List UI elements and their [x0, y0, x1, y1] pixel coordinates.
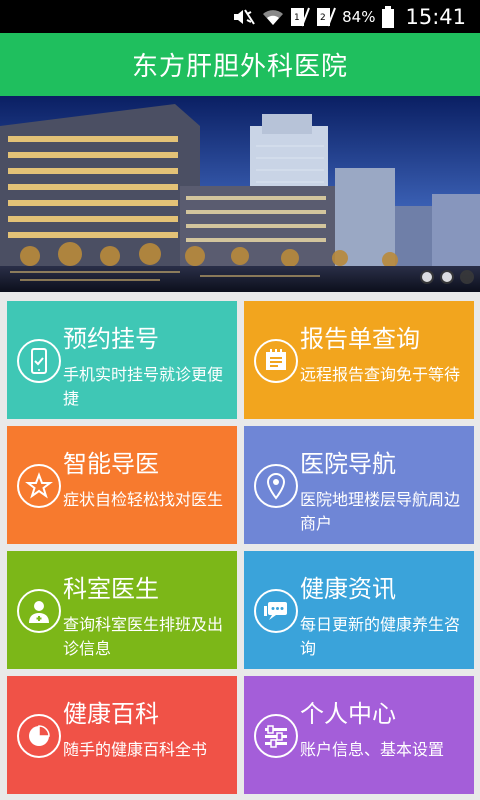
- tile-desc: 医院地理楼层导航周边商户: [300, 490, 461, 533]
- tile-title: 医院导航: [300, 450, 396, 478]
- svg-text:2: 2: [320, 13, 326, 23]
- tile-title: 科室医生: [63, 575, 159, 603]
- tile-report-query[interactable]: 报告单查询 远程报告查询免于等待: [244, 301, 474, 419]
- carousel-dot[interactable]: [420, 270, 434, 284]
- tile-desc: 随手的健康百科全书: [63, 740, 208, 759]
- tile-title: 预约挂号: [63, 325, 159, 353]
- battery-percent: 84%: [342, 7, 376, 26]
- tile-title: 报告单查询: [300, 325, 420, 353]
- carousel-dot-active[interactable]: [460, 270, 474, 284]
- carousel-indicators: [420, 270, 474, 284]
- clock: 15:41: [405, 4, 466, 29]
- chat-icon: [254, 589, 298, 633]
- tile-hospital-navigation[interactable]: 医院导航 医院地理楼层导航周边商户: [244, 426, 474, 544]
- tile-smart-guide[interactable]: 智能导医 症状自检轻松找对医生: [7, 426, 237, 544]
- star-guide-icon: [17, 464, 61, 508]
- app-header: 东方肝胆外科医院: [0, 33, 480, 98]
- sim1-icon: 1: [290, 7, 311, 27]
- pie-chart-icon: [17, 714, 61, 758]
- doctor-icon: [17, 589, 61, 633]
- banner-carousel[interactable]: [0, 96, 480, 292]
- wifi-icon: [262, 8, 284, 26]
- status-bar: 1 2 84% 15:41: [0, 0, 480, 33]
- tile-desc: 远程报告查询免于等待: [300, 365, 461, 384]
- tile-desc: 账户信息、基本设置: [300, 740, 445, 759]
- tile-department-doctors[interactable]: 科室医生 查询科室医生排班及出诊信息: [7, 551, 237, 669]
- carousel-dot[interactable]: [440, 270, 454, 284]
- tile-desc: 症状自检轻松找对医生: [63, 490, 224, 509]
- tile-title: 智能导医: [63, 450, 159, 478]
- list-settings-icon: [254, 714, 298, 758]
- tile-desc: 手机实时挂号就诊更便捷: [63, 365, 224, 408]
- svg-text:1: 1: [294, 13, 300, 23]
- phone-check-icon: [17, 339, 61, 383]
- banner-image: [0, 96, 480, 292]
- tile-desc: 查询科室医生排班及出诊信息: [63, 615, 224, 658]
- page-title: 东方肝胆外科医院: [131, 52, 348, 82]
- tile-health-encyclopedia[interactable]: 健康百科 随手的健康百科全书: [7, 676, 237, 794]
- tile-title: 健康资讯: [300, 575, 396, 603]
- report-icon: [254, 339, 298, 383]
- tile-health-news[interactable]: 健康资讯 每日更新的健康养生咨询: [244, 551, 474, 669]
- battery-icon: [381, 5, 395, 28]
- tile-title: 健康百科: [63, 700, 159, 728]
- mute-icon: [232, 7, 256, 27]
- feature-grid: 预约挂号 手机实时挂号就诊更便捷 报告单查询 远程报告查询免于等待 智能导医 症…: [7, 301, 474, 794]
- location-pin-icon: [254, 464, 298, 508]
- sim2-icon: 2: [316, 7, 337, 27]
- tile-desc: 每日更新的健康养生咨询: [300, 615, 461, 658]
- tile-appointment[interactable]: 预约挂号 手机实时挂号就诊更便捷: [7, 301, 237, 419]
- tile-title: 个人中心: [300, 700, 396, 728]
- tile-personal-center[interactable]: 个人中心 账户信息、基本设置: [244, 676, 474, 794]
